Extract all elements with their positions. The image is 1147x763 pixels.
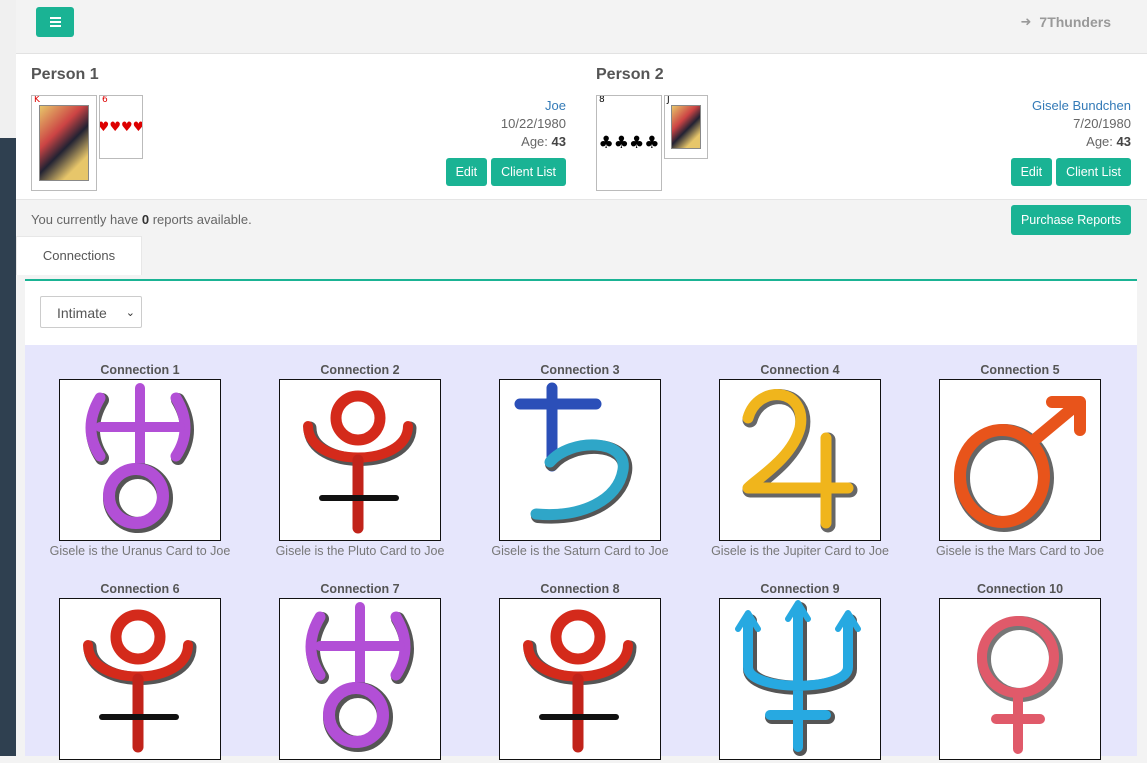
- connection-card[interactable]: Connection 8: [480, 581, 680, 763]
- person-2-name-link[interactable]: Gisele Bundchen: [1032, 98, 1131, 113]
- person-2-planet-card: J: [664, 95, 708, 159]
- connection-caption: Gisele is the Pluto Card to Joe: [275, 544, 445, 558]
- person-1-name-link[interactable]: Joe: [545, 98, 566, 113]
- connection-card[interactable]: Connection 6: [40, 581, 240, 763]
- card-rank: J: [667, 95, 670, 105]
- reports-prefix: You currently have: [31, 212, 139, 227]
- connection-card[interactable]: Connection 3 Gisele is the Saturn Card t…: [480, 362, 680, 558]
- saturn-symbol-icon: [514, 382, 633, 524]
- neptune-symbol-icon: [735, 600, 861, 756]
- connection-card[interactable]: Connection 2 Gisele is the Pluto Card to…: [260, 362, 460, 558]
- connection-caption: Gisele is the Jupiter Card to Joe: [711, 544, 889, 558]
- sign-out-icon: ➜: [1020, 14, 1032, 29]
- person-2-birth-card: 8 ♣♣♣♣♣♣♣♣: [596, 95, 662, 191]
- person-2-heading: Person 2: [596, 66, 664, 83]
- purchase-reports-button[interactable]: Purchase Reports: [1010, 205, 1131, 235]
- select-value: Intimate: [57, 305, 107, 321]
- jupiter-symbol-icon: [742, 389, 858, 533]
- connection-title: Connection 10: [976, 582, 1064, 596]
- connection-card[interactable]: Connection 5 Gisele is the Mars Card to …: [920, 362, 1120, 558]
- connection-title: Connection 6: [100, 582, 180, 596]
- persons-panel: Person 1 K 6 ♥♥♥♥♥♥ Joe 10/22/1980 Age: …: [16, 54, 1147, 200]
- person-2-birthdate: 7/20/1980: [1073, 116, 1131, 131]
- person-2-edit-button[interactable]: Edit: [1010, 158, 1053, 186]
- person-1-age: 43: [551, 134, 566, 149]
- person-1-birth-card: K: [31, 95, 97, 191]
- connection-title: Connection 4: [760, 363, 840, 377]
- connections-grid: Connection 1 Gisele is the Uranus Card t…: [25, 345, 1137, 760]
- connection-caption: Gisele is the Mars Card to Joe: [935, 544, 1105, 558]
- connection-title: Connection 7: [320, 582, 400, 596]
- uranus-symbol-icon: [85, 383, 194, 533]
- uranus-symbol-icon: [305, 602, 414, 752]
- reports-status: You currently have 0 reports available.: [31, 212, 252, 227]
- hamburger-menu-button[interactable]: [36, 7, 74, 37]
- connection-title: Connection 3: [540, 363, 620, 377]
- connection-card[interactable]: Connection 1 Gisele is the Uranus Card t…: [40, 362, 240, 558]
- person-2-age: 43: [1116, 134, 1131, 149]
- person-2-client-list-button[interactable]: Client List: [1056, 158, 1131, 186]
- top-navbar: ➜ 7Thunders: [16, 0, 1147, 54]
- person-2-section: Person 2 8 ♣♣♣♣♣♣♣♣ J Gisele Bundchen 7/…: [581, 54, 1131, 199]
- username: 7Thunders: [1039, 14, 1111, 30]
- person-2-age-label: Age:: [1086, 134, 1113, 149]
- connection-title: Connection 8: [540, 582, 620, 596]
- connection-card[interactable]: Connection 9: [700, 581, 900, 763]
- pluto-symbol-icon: [303, 390, 417, 534]
- mars-symbol-icon: [954, 396, 1086, 532]
- connection-caption: Gisele is the Uranus Card to Joe: [49, 544, 231, 558]
- connection-title: Connection 5: [980, 363, 1060, 377]
- side-strip: [0, 0, 16, 756]
- connection-card[interactable]: Connection 4 Gisele is the Jupiter Card …: [700, 362, 900, 558]
- person-1-edit-button[interactable]: Edit: [445, 158, 488, 186]
- reports-count: 0: [141, 212, 150, 227]
- reports-suffix: reports available.: [152, 212, 252, 227]
- venus-symbol-icon: [977, 616, 1063, 754]
- person-1-section: Person 1 K 6 ♥♥♥♥♥♥ Joe 10/22/1980 Age: …: [16, 54, 566, 199]
- person-1-heading: Person 1: [31, 66, 99, 83]
- reports-bar: You currently have 0 reports available. …: [16, 200, 1147, 237]
- person-2-info: Gisele Bundchen 7/20/1980 Age: 43: [1032, 97, 1131, 151]
- person-1-planet-card: 6 ♥♥♥♥♥♥: [99, 95, 143, 159]
- connection-title: Connection 2: [320, 363, 400, 377]
- pluto-symbol-icon: [523, 609, 637, 753]
- user-account-link[interactable]: ➜ 7Thunders: [1021, 14, 1111, 30]
- connection-card[interactable]: Connection 7: [260, 581, 460, 763]
- pluto-symbol-icon: [83, 609, 197, 753]
- connection-title: Connection 9: [760, 582, 840, 596]
- person-1-birthdate: 10/22/1980: [500, 116, 566, 131]
- tab-connections[interactable]: Connections: [16, 236, 142, 275]
- connection-type-select[interactable]: Intimate ⌄: [40, 296, 142, 328]
- connection-title: Connection 1: [100, 363, 180, 377]
- connection-card[interactable]: Connection 10: [920, 581, 1120, 763]
- chevron-down-icon: ⌄: [125, 307, 135, 319]
- person-1-info: Joe 10/22/1980 Age: 43: [501, 97, 566, 151]
- card-rank: K: [34, 95, 40, 105]
- connections-panel: Intimate ⌄ Connection 1 Gisele is the Ur…: [25, 281, 1137, 760]
- person-1-client-list-button[interactable]: Client List: [491, 158, 566, 186]
- person-1-age-label: Age:: [521, 134, 548, 149]
- connection-caption: Gisele is the Saturn Card to Joe: [491, 544, 669, 558]
